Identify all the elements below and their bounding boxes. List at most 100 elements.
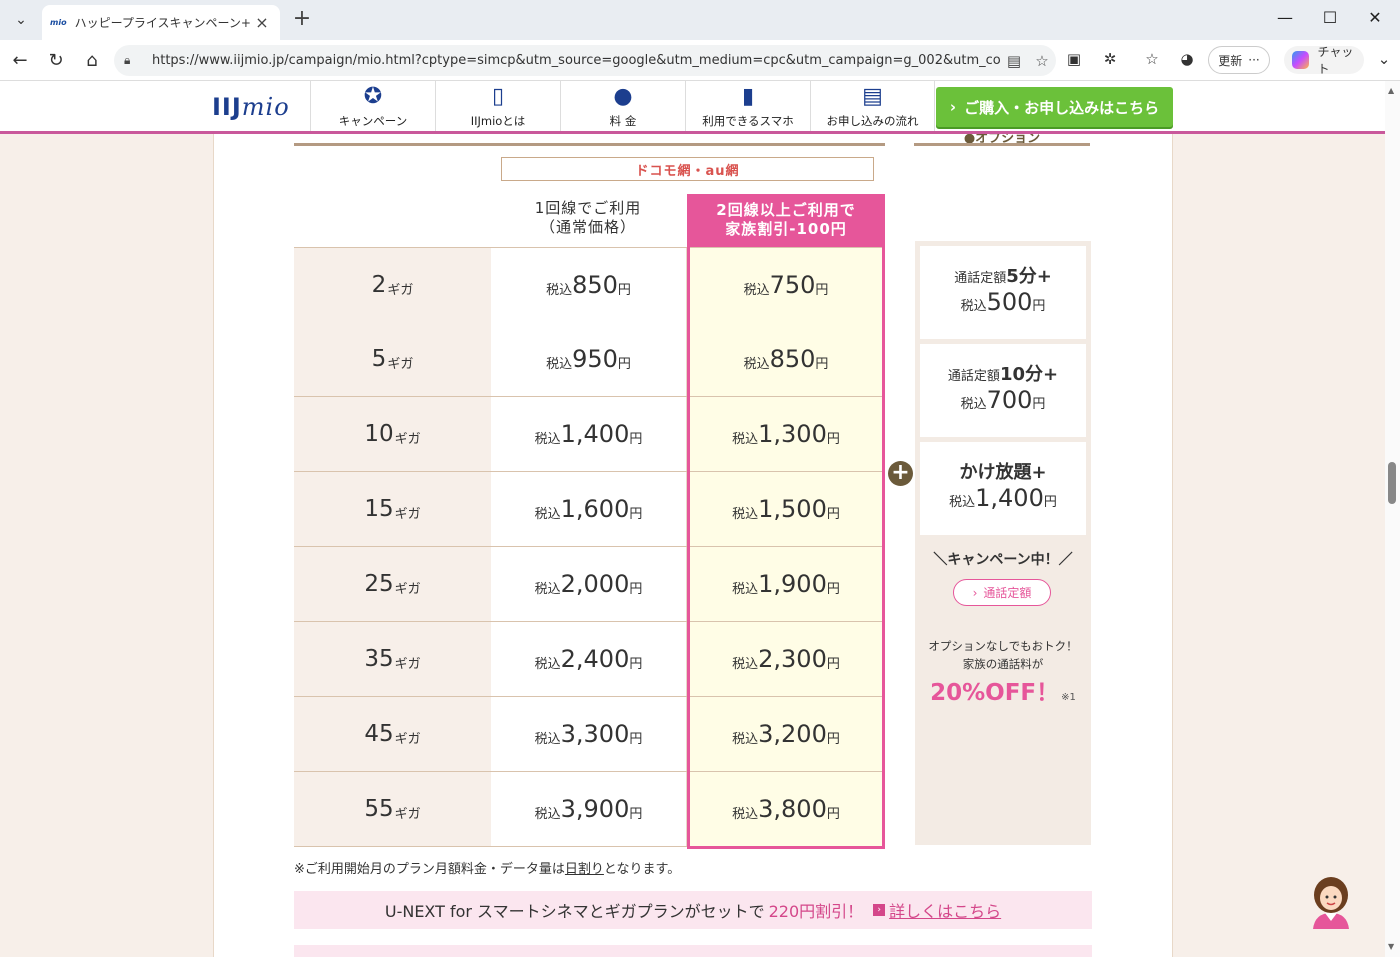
nav-flow[interactable]: ▤ お申し込みの流れ	[810, 81, 935, 131]
network-label: ドコモ網・au網	[501, 157, 874, 181]
url-text[interactable]: https://www.iijmio.jp/campaign/mio.html?…	[152, 53, 1000, 68]
option-note: オプションなしでもおトク！ 家族の通話料が	[920, 637, 1086, 673]
favorites-list-icon[interactable]: ☆	[1140, 50, 1164, 72]
tab-close-icon[interactable]: ×	[252, 13, 272, 32]
tax-label: 税込	[534, 506, 561, 522]
data-amount: 5	[371, 346, 387, 372]
unext-details-link[interactable]: 詳しくはこちら	[889, 898, 1001, 922]
address-bar[interactable]: 🔒︎ https://www.iijmio.jp/campaign/mio.ht…	[114, 45, 1056, 76]
normal-price-cell: 税込 2,400 円	[491, 622, 687, 696]
yen-label: 円	[826, 581, 840, 597]
call-flat-rate-label: 通話定額	[983, 586, 1032, 600]
discount-highlight: 20%OFF！ ※1	[920, 673, 1086, 707]
iijmio-logo[interactable]: IIJmio	[212, 93, 290, 121]
main-content: ●オプション ドコモ網・au網 1回線でご利用 （通常価格） 2回線以上ご利用で…	[213, 81, 1173, 957]
column-header-normal: 1回線でご利用 （通常価格）	[491, 199, 685, 237]
scroll-up-arrow-icon[interactable]: ▲	[1388, 86, 1394, 95]
back-arrow-icon[interactable]: ←	[8, 49, 32, 73]
yen-label: 円	[629, 731, 643, 747]
column-header-line: （通常価格）	[539, 218, 636, 236]
yen-label: 円	[815, 282, 829, 298]
data-amount: 45	[364, 721, 394, 747]
data-amount: 55	[364, 796, 394, 822]
prorated-link[interactable]: 日割り	[565, 862, 604, 877]
family-price-cell: 税込 1,900 円	[687, 547, 885, 621]
nav-label: IIJmioとは	[470, 114, 526, 128]
call-flat-rate-button[interactable]: › 通話定額	[953, 579, 1051, 606]
nav-campaign[interactable]: ✪ キャンペーン	[310, 81, 435, 131]
maximize-icon[interactable]: ☐	[1315, 8, 1345, 27]
data-amount-cell: 5 ギガ	[294, 322, 491, 396]
giga-label: ギガ	[394, 431, 421, 447]
browser-tab-active[interactable]: mio ハッピープライスキャンペーン+ | IIJmio ×	[42, 5, 280, 40]
option-name: 5分+	[1006, 266, 1052, 287]
reload-icon[interactable]: ↻	[44, 49, 68, 73]
logo-suffix: mio	[241, 93, 290, 121]
copilot-chat-button[interactable]: チャット	[1284, 45, 1364, 76]
more-dots-icon: ···	[1248, 53, 1260, 67]
purchase-cta-button[interactable]: › ご購入・お申し込みはこちら	[936, 87, 1173, 127]
table-row: 2 ギガ 税込 850 円税込 750 円	[294, 247, 885, 322]
tax-label: 税込	[960, 299, 987, 314]
data-amount-cell: 15 ギガ	[294, 472, 491, 546]
campaign-yen-icon: ✪	[363, 84, 383, 109]
page-viewport: ●オプション ドコモ網・au網 1回線でご利用 （通常価格） 2回線以上ご利用で…	[0, 81, 1385, 957]
data-amount: 35	[364, 646, 394, 672]
normal-price: 2,000	[560, 570, 630, 598]
nav-label: 料 金	[609, 114, 637, 128]
browser-toolbar: ← ↻ ⌂ 🔒︎ https://www.iijmio.jp/campaign/…	[0, 40, 1400, 81]
tax-label: 税込	[960, 397, 987, 412]
yen-label: 円	[826, 506, 840, 522]
tab-title: ハッピープライスキャンペーン+ | IIJmio	[74, 16, 252, 30]
extensions-puzzle-icon[interactable]: ✲	[1098, 50, 1122, 72]
nav-about[interactable]: ▯ IIJmioとは	[435, 81, 560, 131]
data-amount-cell: 55 ギガ	[294, 772, 491, 846]
campaign-label: ＼キャンペーン中！／	[933, 552, 1073, 568]
reader-mode-icon[interactable]: ▤	[1000, 52, 1028, 70]
update-button[interactable]: 更新 ···	[1208, 46, 1270, 74]
table-row: 45 ギガ 税込 3,300 円税込 3,200 円	[294, 697, 885, 772]
table-row: 55 ギガ 税込 3,900 円税込 3,800 円	[294, 772, 885, 847]
profile-avatar-icon[interactable]: ◕	[1175, 50, 1199, 72]
normal-price-cell: 税込 1,400 円	[491, 397, 687, 471]
family-price: 1,900	[758, 570, 827, 598]
nav-price[interactable]: ● 料 金	[560, 81, 685, 131]
divider	[914, 143, 1090, 146]
chevron-right-icon: ›	[972, 585, 978, 600]
scrollbar-track[interactable]	[1385, 81, 1400, 957]
normal-price-cell: 税込 950 円	[491, 322, 687, 396]
family-price: 1,300	[758, 420, 827, 448]
footnote: ※ご利用開始月のプラン月額料金・データ量は日割りとなります。	[294, 858, 680, 877]
unext-banner: U-NEXT for スマートシネマとギガプランがセットで 220円割引！ › …	[294, 891, 1092, 929]
scrollbar-thumb[interactable]	[1388, 462, 1396, 504]
favicon-icon: mio	[50, 18, 67, 27]
family-price: 2,300	[758, 645, 827, 673]
family-price-cell: 税込 850 円	[687, 322, 885, 396]
new-tab-plus-icon[interactable]: +	[290, 8, 314, 32]
option-price: 1,400	[975, 484, 1044, 512]
minimize-icon[interactable]: —	[1270, 8, 1300, 27]
tax-label: 税込	[732, 431, 759, 447]
screen-cast-icon[interactable]: ▣	[1062, 50, 1086, 72]
favorite-star-icon[interactable]: ☆	[1028, 52, 1056, 70]
normal-price: 2,400	[560, 645, 630, 673]
divider	[294, 143, 885, 146]
support-mascot-icon[interactable]	[1309, 875, 1353, 929]
giga-label: ギガ	[387, 356, 414, 372]
copilot-logo-icon	[1292, 51, 1310, 69]
tax-label: 税込	[732, 731, 759, 747]
tab-list-chevron-icon[interactable]: ⌄	[8, 8, 34, 32]
nav-devices[interactable]: ▮ 利用できるスマホ	[685, 81, 810, 131]
sidebar-chevron-icon[interactable]: ⌄	[1372, 50, 1396, 72]
normal-price: 950	[572, 345, 618, 373]
tax-label: 税込	[534, 806, 561, 822]
scroll-down-arrow-icon[interactable]: ▼	[1388, 942, 1394, 951]
family-price-cell: 税込 3,200 円	[687, 697, 885, 771]
home-icon[interactable]: ⌂	[80, 49, 104, 73]
yen-label: 円	[826, 731, 840, 747]
column-header-family: 2回線以上ご利用で 家族割引-100円	[687, 194, 885, 257]
normal-price: 3,900	[560, 795, 630, 823]
family-price: 1,500	[758, 495, 827, 523]
window-close-icon[interactable]: ✕	[1360, 8, 1390, 27]
normal-price-cell: 税込 1,600 円	[491, 472, 687, 546]
